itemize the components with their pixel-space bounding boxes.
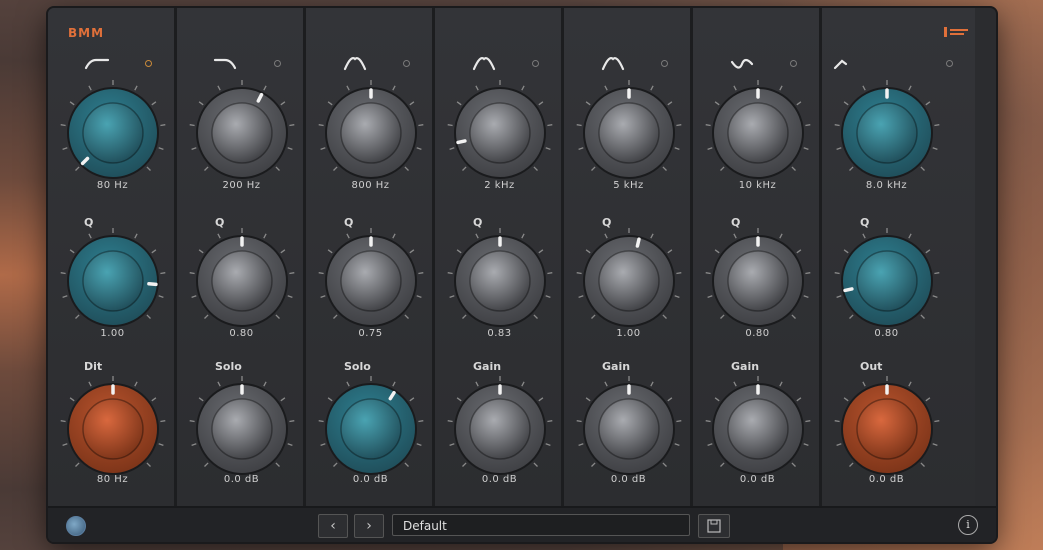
band-columns: BMM 80 Hz Q 1.00 Dit 80 Hz 200 Hz Q 0.80… <box>48 8 996 506</box>
band-enable-indicator[interactable] <box>403 60 410 67</box>
frequency-knob-value: 80 Hz <box>96 180 129 191</box>
info-button[interactable]: i <box>958 515 978 535</box>
gain-knob[interactable] <box>316 374 426 484</box>
knob-row-label: Out <box>860 360 883 373</box>
high-shelf-icon[interactable] <box>213 56 239 72</box>
frequency-knob-value: 8.0 kHz <box>865 180 908 191</box>
q-knob-value: 0.75 <box>358 328 383 339</box>
save-icon <box>707 519 721 533</box>
q-knob[interactable] <box>445 226 555 336</box>
logo-icon[interactable] <box>66 516 86 536</box>
q-knob[interactable] <box>58 226 168 336</box>
knob-row-label: Solo <box>215 360 242 373</box>
knob-row-label: Dit <box>84 360 103 373</box>
gain-knob-value: 0.0 dB <box>868 474 905 485</box>
band-enable-indicator[interactable] <box>532 60 539 67</box>
q-knob-value: 1.00 <box>616 328 641 339</box>
q-knob-value: 0.83 <box>487 328 512 339</box>
band-enable-indicator[interactable] <box>145 60 152 67</box>
band-enable-indicator[interactable] <box>790 60 797 67</box>
notch-icon[interactable] <box>729 56 755 72</box>
band-column-2: 200 Hz Q 0.80 Solo 0.0 dB <box>177 8 306 506</box>
frequency-knob-value: 2 kHz <box>484 180 515 191</box>
band-enable-indicator[interactable] <box>946 60 953 67</box>
frequency-knob-value: 200 Hz <box>222 180 261 191</box>
frequency-knob[interactable] <box>703 78 813 188</box>
gain-knob[interactable] <box>574 374 684 484</box>
band-enable-indicator[interactable] <box>274 60 281 67</box>
menu-icon[interactable] <box>943 26 969 41</box>
bottom-bar: ‹ › Default i <box>48 506 996 542</box>
band-column-6: 10 kHz Q 0.80 Gain 0.0 dB <box>693 8 822 506</box>
gain-knob-value: 80 Hz <box>96 474 129 485</box>
prev-preset-button[interactable]: ‹ <box>318 514 348 538</box>
knob-row-label: Gain <box>602 360 631 373</box>
bell-icon[interactable] <box>471 56 497 72</box>
gain-knob-value: 0.0 dB <box>610 474 647 485</box>
gain-knob[interactable] <box>187 374 297 484</box>
bell-icon[interactable] <box>342 56 368 72</box>
frequency-knob[interactable] <box>187 78 297 188</box>
band-column-5: 5 kHz Q 1.00 Gain 0.0 dB <box>564 8 693 506</box>
gain-knob[interactable] <box>703 374 813 484</box>
q-knob[interactable] <box>187 226 297 336</box>
frequency-knob[interactable] <box>832 78 942 188</box>
knob-row-label: Gain <box>473 360 502 373</box>
q-knob-value: 0.80 <box>229 328 254 339</box>
save-preset-button[interactable] <box>698 514 730 538</box>
q-knob-value: 0.80 <box>745 328 770 339</box>
knob-row-label: Gain <box>731 360 760 373</box>
preset-name-field[interactable]: Default <box>392 514 690 536</box>
gain-knob-value: 0.0 dB <box>223 474 260 485</box>
frequency-knob[interactable] <box>445 78 555 188</box>
q-knob[interactable] <box>832 226 942 336</box>
next-preset-button[interactable]: › <box>354 514 384 538</box>
q-knob[interactable] <box>703 226 813 336</box>
q-knob[interactable] <box>316 226 426 336</box>
frequency-knob-value: 10 kHz <box>738 180 777 191</box>
band-enable-indicator[interactable] <box>661 60 668 67</box>
frequency-knob-value: 5 kHz <box>613 180 644 191</box>
gain-knob[interactable] <box>445 374 555 484</box>
band-column-3: 800 Hz Q 0.75 Solo 0.0 dB <box>306 8 435 506</box>
q-knob-value: 1.00 <box>100 328 125 339</box>
high-cut-icon[interactable] <box>832 56 858 72</box>
gain-knob[interactable] <box>832 374 942 484</box>
gain-knob-value: 0.0 dB <box>352 474 389 485</box>
gain-knob-value: 0.0 dB <box>481 474 518 485</box>
frequency-knob[interactable] <box>316 78 426 188</box>
band-column-7: 8.0 kHz Q 0.80 Out 0.0 dB <box>822 8 975 506</box>
brand-logo-text: BMM <box>68 26 105 40</box>
q-knob[interactable] <box>574 226 684 336</box>
band-column-4: 2 kHz Q 0.83 Gain 0.0 dB <box>435 8 564 506</box>
frequency-knob[interactable] <box>58 78 168 188</box>
band-column-1: BMM 80 Hz Q 1.00 Dit 80 Hz <box>48 8 177 506</box>
q-knob-value: 0.80 <box>874 328 899 339</box>
eq-plugin-window: BMM 80 Hz Q 1.00 Dit 80 Hz 200 Hz Q 0.80… <box>48 8 996 542</box>
gain-knob-value: 0.0 dB <box>739 474 776 485</box>
frequency-knob-value: 800 Hz <box>351 180 390 191</box>
gain-knob[interactable] <box>58 374 168 484</box>
knob-row-label: Solo <box>344 360 371 373</box>
bell-icon[interactable] <box>600 56 626 72</box>
low-shelf-icon[interactable] <box>84 56 110 72</box>
frequency-knob[interactable] <box>574 78 684 188</box>
